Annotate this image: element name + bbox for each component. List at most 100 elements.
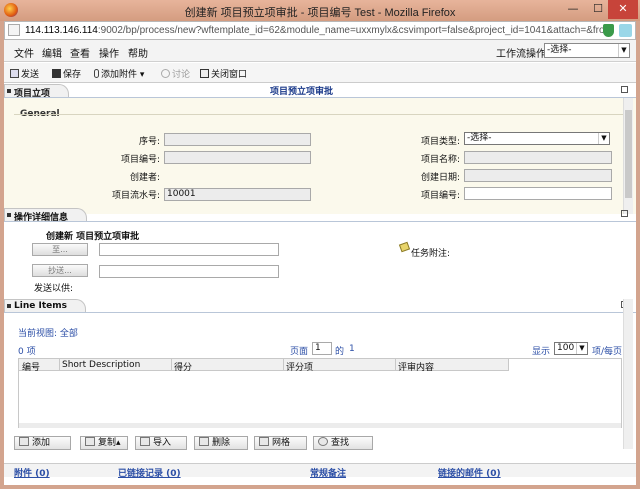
close-icon — [200, 69, 209, 78]
close-button[interactable]: 关闭窗口 — [200, 67, 247, 80]
menu-help[interactable]: 帮助 — [128, 45, 148, 60]
close-window-button[interactable]: ✕ — [608, 0, 638, 19]
task-note-label: 任务附注: — [411, 249, 451, 259]
url-text[interactable]: 114.113.146.114:9002/bp/process/new?wfte… — [25, 25, 605, 36]
add-attachment-label: 添加附件 — [101, 70, 138, 80]
discuss-button[interactable]: 讨论 — [161, 67, 190, 80]
delete-label: 删除 — [212, 438, 231, 448]
menu-edit[interactable]: 编辑 — [42, 45, 62, 60]
col-score-item[interactable]: 评分项 — [286, 360, 313, 373]
col-review-content[interactable]: 评审内容 — [398, 360, 434, 373]
fieldset-line — [14, 114, 624, 115]
project-scrollbar[interactable] — [623, 98, 633, 214]
search-icon — [318, 437, 328, 446]
menu-bar: 文件 编辑 查看 操作 帮助 工作流操作 -选择- ▼ — [4, 40, 636, 62]
per-page-label: 项/每页 — [592, 347, 623, 357]
page-label: 页面 — [290, 347, 309, 357]
send-icon — [10, 69, 19, 78]
shield-icon[interactable] — [603, 24, 614, 37]
minimize-button[interactable]: — — [560, 0, 586, 19]
collapse-icon[interactable] — [621, 210, 628, 217]
total-pages: 1 — [349, 344, 355, 354]
address-bar[interactable]: 114.113.146.114:9002/bp/process/new?wfte… — [4, 21, 636, 40]
cc-input[interactable] — [99, 265, 279, 278]
current-view-label: 当前视图: — [18, 329, 58, 339]
show-label: 显示 — [532, 347, 551, 357]
col-short-description[interactable]: Short Description — [62, 360, 140, 370]
workflow-select[interactable]: -选择- ▼ — [544, 43, 630, 58]
serial-label: 项目流水号: — [111, 191, 160, 201]
col-score[interactable]: 得分 — [174, 360, 192, 373]
menu-action[interactable]: 操作 — [99, 45, 119, 60]
divider — [4, 221, 636, 222]
save-icon — [52, 69, 61, 78]
col-number[interactable]: 编号 — [22, 360, 40, 373]
copy-button[interactable]: 复制▴ — [80, 436, 128, 450]
save-button[interactable]: 保存 — [52, 67, 81, 80]
find-button[interactable]: 查找 — [313, 436, 373, 450]
detail-section-header[interactable]: 操作详细信息 — [4, 208, 636, 223]
col-separator — [171, 359, 172, 371]
trash-icon — [199, 437, 209, 446]
type-select[interactable]: -选择- ▼ — [464, 132, 610, 145]
current-view[interactable]: 当前视图: 全部 — [18, 326, 78, 339]
line-items-scrollbar[interactable] — [623, 299, 633, 449]
delete-button[interactable]: 删除 — [194, 436, 248, 450]
project-section-header[interactable]: 项目立项 项目预立项审批 — [4, 84, 636, 99]
code-label: 项目编号: — [120, 155, 160, 165]
current-view-value[interactable]: 全部 — [60, 329, 78, 339]
grid-header: 编号 Short Description 得分 评分项 评审内容 — [19, 359, 509, 373]
line-items-header[interactable]: Line Items — [4, 299, 636, 313]
tab-project[interactable]: 项目立项 — [4, 84, 70, 99]
workflow-label: 工作流操作 — [496, 49, 546, 60]
toolbar: 发送 保存 添加附件 ▾ 讨论 关闭窗口 — [4, 63, 636, 83]
scroll-thumb[interactable] — [625, 110, 632, 198]
creator-label: 创建者: — [129, 173, 160, 183]
send-label: 发送 — [21, 70, 40, 80]
import-button[interactable]: 导入 — [135, 436, 187, 450]
send-for-label: 发送以供: — [34, 284, 74, 294]
to-button[interactable]: 至... — [32, 243, 88, 256]
discuss-label: 讨论 — [172, 70, 191, 80]
name-field — [464, 151, 612, 164]
chevron-down-icon: ▼ — [576, 343, 587, 354]
of-label: 的 — [335, 347, 345, 357]
menu-view[interactable]: 查看 — [70, 45, 90, 60]
url-path: :9002/bp/process/new?wftemplate_id=62&mo… — [97, 25, 605, 36]
collapse-icon[interactable] — [621, 86, 628, 93]
name-label: 项目名称: — [420, 155, 460, 165]
send-button[interactable]: 发送 — [10, 67, 39, 80]
cc-button[interactable]: 抄送... — [32, 264, 88, 277]
add-label: 添加 — [32, 438, 51, 448]
grid-horizontal-scrollbar[interactable] — [19, 423, 621, 428]
workflow-select-value: -选择- — [547, 45, 572, 55]
chevron-down-icon: ▼ — [598, 133, 609, 144]
line-items-grid: 编号 Short Description 得分 评分项 评审内容 — [18, 358, 622, 428]
footer-bar: 附件 (0) 已链接记录 (0) 常规备注 链接的邮件 (0) — [4, 463, 636, 479]
save-label: 保存 — [63, 70, 82, 80]
page-input[interactable]: 1 — [312, 342, 332, 355]
col-separator — [508, 359, 509, 371]
note-icon — [398, 241, 411, 253]
form-title: 项目预立项审批 — [270, 87, 334, 97]
maximize-button[interactable]: ☐ — [586, 0, 610, 19]
add-button[interactable]: 添加 — [14, 436, 71, 450]
to-input[interactable] — [99, 243, 279, 256]
code2-input[interactable] — [464, 187, 612, 200]
window-titlebar: 创建新 项目预立项审批 - 项目编号 Test - Mozilla Firefo… — [0, 0, 640, 21]
grid-button[interactable]: 网格 — [254, 436, 307, 450]
paperclip-icon — [94, 69, 99, 78]
page-size-select[interactable]: 100 ▼ — [554, 342, 588, 355]
copy-icon — [85, 437, 95, 446]
discuss-icon — [161, 69, 170, 78]
menu-file[interactable]: 文件 — [14, 45, 34, 60]
url-host: 114.113.146.114 — [25, 25, 98, 36]
add-icon — [19, 437, 29, 446]
seq-label: 序号: — [138, 137, 160, 147]
tab-line-items[interactable]: Line Items — [4, 299, 86, 313]
add-attachment-button[interactable]: 添加附件 ▾ — [94, 67, 144, 80]
extension-icon[interactable] — [619, 24, 632, 37]
seq-field — [164, 133, 311, 146]
tab-detail[interactable]: 操作详细信息 — [4, 208, 88, 223]
type-select-value: -选择- — [467, 133, 492, 143]
